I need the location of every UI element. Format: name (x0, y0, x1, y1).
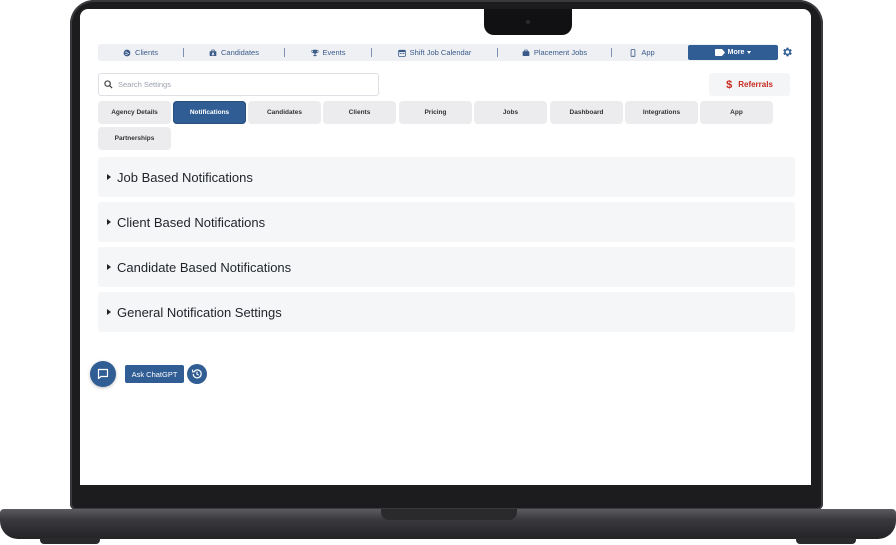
top-nav: Clients Candidates Events Shift Job Cale… (98, 44, 777, 61)
tab-notifications[interactable]: Notifications (173, 101, 246, 124)
laptop-foot (40, 538, 100, 544)
gear-icon[interactable] (781, 46, 793, 58)
referrals-label: Referrals (738, 80, 773, 89)
tab-pricing[interactable]: Pricing (399, 101, 472, 124)
accordion-client-based-notifications[interactable]: Client Based Notifications (98, 202, 795, 242)
calendar-icon (397, 49, 406, 57)
search-icon (104, 80, 113, 89)
nav-label: App (641, 48, 655, 57)
caret-right-icon (107, 219, 111, 225)
history-icon (191, 369, 202, 379)
tab-label: Candidates (266, 109, 303, 116)
tab-integrations[interactable]: Integrations (625, 101, 698, 124)
tab-candidates[interactable]: Candidates (248, 101, 321, 124)
tab-partnerships[interactable]: Partnerships (98, 127, 171, 150)
caret-right-icon (107, 309, 111, 315)
referrals-button[interactable]: $ Referrals (709, 73, 790, 96)
nav-item-shift-job-calendar[interactable]: Shift Job Calendar (372, 44, 497, 61)
nav-label: Placement Jobs (533, 48, 588, 57)
chat-icon (97, 368, 109, 380)
tab-label: Partnerships (114, 135, 155, 142)
tab-jobs[interactable]: Jobs (474, 101, 547, 124)
search-field[interactable] (98, 73, 379, 96)
camera-icon (526, 20, 530, 24)
globe-icon (123, 49, 131, 56)
tab-label: Clients (348, 109, 371, 116)
tab-label: Pricing (424, 109, 447, 116)
accordion-candidate-based-notifications[interactable]: Candidate Based Notifications (98, 247, 795, 287)
ask-chatgpt-button[interactable]: Ask ChatGPT (125, 365, 184, 383)
accordion-title: General Notification Settings (117, 304, 282, 320)
trophy-icon (311, 49, 319, 56)
briefcase-icon (522, 49, 530, 56)
tab-app[interactable]: App (700, 101, 773, 124)
tab-dashboard[interactable]: Dashboard (550, 101, 623, 124)
briefcase-user-icon (209, 49, 217, 56)
tab-label: Agency Details (111, 109, 158, 116)
accordion-general-notification-settings[interactable]: General Notification Settings (98, 292, 795, 332)
nav-item-placement-jobs[interactable]: Placement Jobs (498, 44, 611, 61)
tab-label: Dashboard (569, 109, 604, 116)
tab-label: App (730, 109, 743, 116)
camera-notch (484, 9, 572, 35)
nav-label: Shift Job Calendar (409, 48, 472, 57)
caret-right-icon (107, 264, 111, 270)
tab-agency-details[interactable]: Agency Details (98, 101, 171, 124)
history-button[interactable] (187, 364, 207, 384)
accordion-job-based-notifications[interactable]: Job Based Notifications (98, 157, 795, 197)
chat-widget-button[interactable] (90, 361, 116, 387)
tag-icon (714, 49, 725, 56)
nav-item-app[interactable]: App (612, 44, 672, 61)
tab-clients[interactable]: Clients (323, 101, 396, 124)
nav-item-clients[interactable]: Clients (98, 44, 183, 61)
more-button[interactable]: More (688, 45, 778, 60)
dollar-icon: $ (726, 78, 733, 91)
caret-right-icon (107, 174, 111, 180)
nav-label: Clients (135, 48, 158, 57)
chevron-down-icon (747, 51, 752, 54)
tab-label: Jobs (502, 109, 519, 116)
laptop-hinge (381, 509, 517, 520)
nav-label: Events (322, 48, 346, 57)
ask-chatgpt-label: Ask ChatGPT (131, 369, 178, 379)
tab-label: Integrations (642, 109, 681, 116)
more-label: More (727, 49, 745, 56)
laptop-foot (796, 538, 856, 544)
nav-item-events[interactable]: Events (285, 44, 371, 61)
nav-item-candidates[interactable]: Candidates (184, 44, 284, 61)
accordion-title: Candidate Based Notifications (117, 259, 292, 275)
tab-label: Notifications (189, 109, 230, 116)
accordion-title: Client Based Notifications (117, 214, 266, 230)
accordion-title: Job Based Notifications (117, 169, 253, 185)
nav-label: Candidates (221, 48, 259, 57)
mobile-icon (630, 48, 636, 57)
search-input[interactable] (118, 80, 368, 89)
